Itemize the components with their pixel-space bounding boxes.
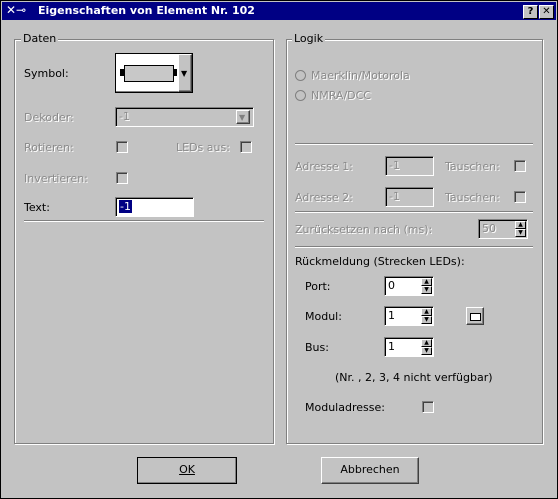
leds-aus-checkbox[interactable] <box>240 141 252 153</box>
symbol-label: Symbol: <box>24 67 69 80</box>
dialog-window: ✕⊸ Eigenschaften von Element Nr. 102 ? ✕… <box>0 0 558 499</box>
invertieren-label: Invertieren: <box>24 172 88 185</box>
symbol-preview-left-cap <box>120 69 124 76</box>
close-button[interactable]: ✕ <box>539 5 554 19</box>
moduladresse-label: Moduladresse: <box>305 401 385 414</box>
spin-up-icon[interactable]: ▲ <box>421 339 432 347</box>
spin-down-icon[interactable]: ▼ <box>421 316 432 324</box>
adresse2-label: Adresse 2: <box>295 191 353 204</box>
rotieren-label: Rotieren: <box>24 141 74 154</box>
zuruecksetzen-spinner[interactable]: 50 ▲ ▼ <box>478 219 528 239</box>
adresse2-value: -1 <box>389 190 400 203</box>
dekoder-dropdown-button[interactable]: ▼ <box>236 110 250 124</box>
zuruecksetzen-spin-buttons[interactable]: ▲ ▼ <box>515 221 526 237</box>
daten-divider <box>24 220 264 222</box>
port-value: 0 <box>388 279 395 292</box>
title-bar[interactable]: ✕⊸ Eigenschaften von Element Nr. 102 ? ✕ <box>2 2 556 20</box>
dekoder-value: -1 <box>119 110 130 123</box>
bus-spinner[interactable]: 1 ▲ ▼ <box>384 337 434 357</box>
dekoder-select[interactable]: -1 ▼ <box>115 107 254 127</box>
tauschen1-checkbox[interactable] <box>514 160 526 172</box>
abbrechen-button[interactable]: Abbrechen <box>321 457 419 484</box>
chevron-down-icon: ▼ <box>239 113 246 122</box>
modul-browse-button[interactable] <box>466 307 484 325</box>
spin-up-icon[interactable]: ▲ <box>515 221 526 229</box>
text-label: Text: <box>24 201 50 214</box>
availability-hint: (Nr. , 2, 3, 4 nicht verfügbar) <box>335 371 493 384</box>
spin-up-icon[interactable]: ▲ <box>421 308 432 316</box>
modul-value: 1 <box>388 309 395 322</box>
moduladresse-checkbox[interactable] <box>422 401 434 413</box>
x-window-icon[interactable]: ✕⊸ <box>6 3 26 17</box>
spin-up-icon[interactable]: ▲ <box>421 278 432 286</box>
tauschen1-label: Tauschen: <box>445 160 500 173</box>
help-button[interactable]: ? <box>523 5 538 19</box>
port-spinner[interactable]: 0 ▲ ▼ <box>384 276 434 296</box>
logik-legend: Logik <box>292 32 326 45</box>
tauschen2-label: Tauschen: <box>445 191 500 204</box>
maerklin-radio-label: Maerklin/Motorola <box>311 69 410 82</box>
monitor-icon <box>470 313 481 321</box>
invertieren-checkbox[interactable] <box>116 172 128 184</box>
port-label: Port: <box>305 280 331 293</box>
abbrechen-button-label: Abbrechen <box>340 463 400 476</box>
ok-button[interactable]: OK <box>137 457 237 484</box>
symbol-dropdown-button[interactable]: ▼ <box>178 54 192 92</box>
bus-value: 1 <box>388 340 395 353</box>
daten-legend: Daten <box>21 32 59 45</box>
port-spin-buttons[interactable]: ▲ ▼ <box>421 278 432 294</box>
spin-down-icon[interactable]: ▼ <box>515 229 526 237</box>
modul-spin-buttons[interactable]: ▲ ▼ <box>421 308 432 324</box>
zuruecksetzen-value: 50 <box>482 222 496 235</box>
adresse1-value: -1 <box>389 159 400 172</box>
bus-label: Bus: <box>305 341 329 354</box>
text-input-value: -1 <box>119 200 132 213</box>
ok-button-label: OK <box>179 463 195 476</box>
text-input[interactable]: -1 <box>115 197 194 217</box>
symbol-preview-right-cap <box>173 69 177 76</box>
leds-aus-label: LEDs aus: <box>176 141 230 154</box>
modul-spinner[interactable]: 1 ▲ ▼ <box>384 306 434 326</box>
window-title: Eigenschaften von Element Nr. 102 <box>38 4 255 17</box>
spin-down-icon[interactable]: ▼ <box>421 286 432 294</box>
symbol-dropdown[interactable]: ▼ <box>115 53 193 93</box>
logik-divider-2 <box>295 211 533 213</box>
logik-divider-3 <box>295 246 533 248</box>
adresse2-input[interactable]: -1 <box>385 187 434 207</box>
rotieren-checkbox[interactable] <box>116 141 128 153</box>
dekoder-label: Dekoder: <box>24 111 74 124</box>
tauschen2-checkbox[interactable] <box>514 191 526 203</box>
daten-group <box>14 39 274 444</box>
modul-label: Modul: <box>305 310 342 323</box>
bus-spin-buttons[interactable]: ▲ ▼ <box>421 339 432 355</box>
nmra-radio-label: NMRA/DCC <box>311 89 371 102</box>
rueckmeldung-label: Rückmeldung (Strecken LEDs): <box>295 255 465 268</box>
symbol-preview <box>124 65 174 82</box>
spin-down-icon[interactable]: ▼ <box>421 347 432 355</box>
nmra-radio[interactable] <box>295 90 306 101</box>
adresse1-input[interactable]: -1 <box>385 156 434 176</box>
adresse1-label: Adresse 1: <box>295 160 353 173</box>
maerklin-radio[interactable] <box>295 70 306 81</box>
chevron-down-icon: ▼ <box>181 69 188 78</box>
zuruecksetzen-label: Zurücksetzen nach (ms): <box>295 223 433 236</box>
logik-divider-1 <box>295 143 533 145</box>
